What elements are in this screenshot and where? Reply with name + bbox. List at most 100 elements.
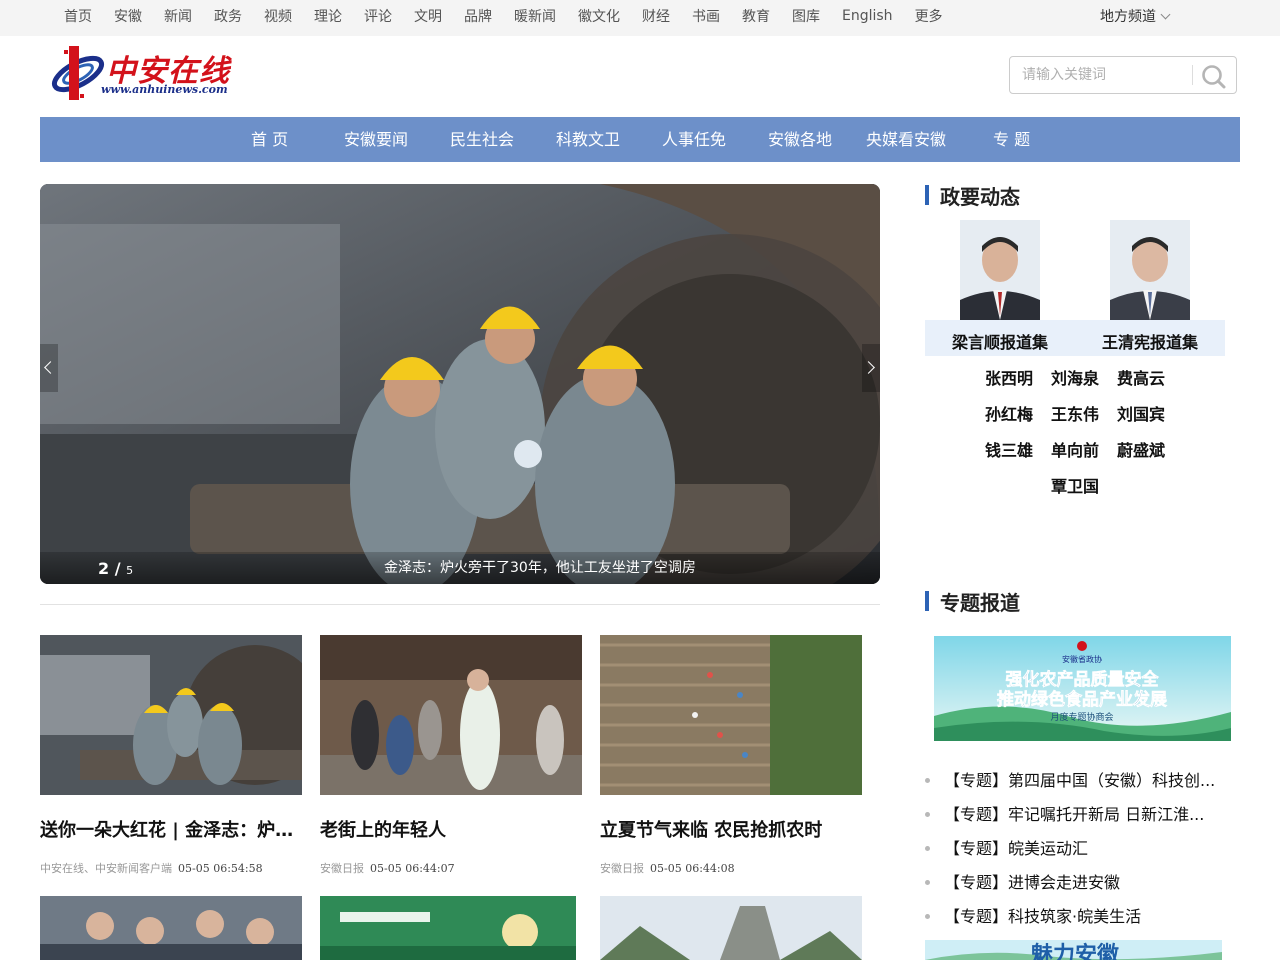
top-bar: 首页 安徽 新闻 政务 视频 理论 评论 文明 品牌 暖新闻 徽文化 财经 书画… [0,0,1280,36]
search-divider [1192,65,1193,85]
banner-org-text: 安徽省政协 [1062,654,1102,664]
heading-accent-bar [925,185,929,205]
section-title: 政要动态 [940,184,1020,209]
special-item-text: 【专题】皖美运动汇 [944,839,1089,858]
carousel-caption[interactable]: 金泽志：炉火旁干了30年，他让工友坐进了空调房 [384,557,696,577]
search-icon[interactable] [1200,63,1228,89]
news-card-image[interactable] [320,896,576,960]
special-banner-2[interactable]: 魅力安徽 [925,940,1222,960]
section-title: 专题报道 [940,590,1020,615]
carousel-counter: 2 / 5 [98,559,134,578]
special-list-item[interactable]: 【专题】科技筑家·皖美生活 [925,903,1141,927]
special-item-text: 【专题】牢记嘱托开新局 日新江淮... [944,805,1205,824]
local-channel-label: 地方频道 [1100,9,1156,25]
news-card-meta: 安徽日报 05-05 06:44:08 [600,860,735,876]
main-nav: 首 页 安徽要闻 民生社会 科教文卫 人事任免 安徽各地 央媒看安徽 专 题 [40,117,1240,162]
carousel-current: 2 [98,559,110,578]
news-card-title[interactable]: 老街上的年轻人 [320,816,576,842]
top-nav-item[interactable]: 新闻 [164,6,192,26]
official-link[interactable]: 刘国宾 [1117,401,1165,425]
top-nav: 首页 安徽 新闻 政务 视频 理论 评论 文明 品牌 暖新闻 徽文化 财经 书画… [64,0,965,32]
official-link[interactable]: 刘海泉 [1051,365,1099,389]
main-nav-item[interactable]: 专 题 [993,117,1030,162]
leader-photo[interactable] [960,220,1040,320]
news-card-image[interactable] [320,635,582,795]
search-input[interactable] [1022,65,1182,85]
search-box [1009,56,1237,94]
banner-line-2: 推动绿色食品产业发展 [997,689,1167,710]
special-item-text: 【专题】第四届中国（安徽）科技创... [944,771,1216,790]
banner-line-1: 强化农产品质量安全 [1006,669,1160,690]
chevron-down-icon [1160,9,1171,19]
banner2-text: 魅力安徽 [1031,942,1120,960]
main-nav-item[interactable]: 安徽要闻 [344,117,408,162]
top-nav-item[interactable]: 品牌 [464,6,492,26]
top-nav-item[interactable]: 徽文化 [578,6,620,26]
top-nav-item[interactable]: 首页 [64,6,92,26]
news-card-time: 05-05 06:44:08 [650,862,735,875]
bullet-icon [925,913,930,919]
carousel-photo[interactable] [40,184,880,584]
top-nav-item[interactable]: 暖新闻 [514,6,556,26]
main-nav-item[interactable]: 安徽各地 [768,117,832,162]
carousel-prev-button[interactable] [40,344,58,392]
divider [40,604,880,605]
top-nav-item[interactable]: 文明 [414,6,442,26]
carousel-next-button[interactable] [862,344,880,392]
news-card-meta: 安徽日报 05-05 06:44:07 [320,860,455,876]
leader-link[interactable]: 梁言顺报道集 [952,329,1048,353]
news-card-source: 安徽日报 [600,862,644,875]
local-channel-dropdown[interactable]: 地方频道 [1100,0,1171,32]
news-card-time: 05-05 06:44:07 [370,862,455,875]
main-nav-item[interactable]: 民生社会 [450,117,514,162]
official-link[interactable]: 单向前 [1051,437,1099,461]
special-item-text: 【专题】科技筑家·皖美生活 [944,907,1142,926]
carousel-total: 5 [126,564,134,577]
main-nav-item[interactable]: 科教文卫 [556,117,620,162]
news-card-time: 05-05 06:54:58 [178,862,263,875]
official-link[interactable]: 覃卫国 [1051,473,1099,497]
headline-carousel[interactable]: 2 / 5 金泽志：炉火旁干了30年，他让工友坐进了空调房 [40,184,880,584]
official-link[interactable]: 钱三雄 [985,437,1033,461]
special-list-item[interactable]: 【专题】进博会走进安徽 [925,869,1120,893]
special-banner[interactable]: 安徽省政协 强化农产品质量安全 推动绿色食品产业发展 月度专题协商会 [934,636,1231,741]
top-nav-item[interactable]: 政务 [214,6,242,26]
top-nav-item[interactable]: 财经 [642,6,670,26]
logo-url: www.anhuinews.com [101,83,228,96]
heading-accent-bar [925,591,929,611]
special-list-item[interactable]: 【专题】牢记嘱托开新局 日新江淮... [925,801,1204,825]
news-card-image[interactable] [600,635,862,795]
top-nav-item[interactable]: 教育 [742,6,770,26]
news-card-title[interactable]: 立夏节气来临 农民抢抓农时 [600,816,856,842]
main-nav-item[interactable]: 人事任免 [662,117,726,162]
news-card-image[interactable] [600,896,862,960]
leader-photo[interactable] [1110,220,1190,320]
bullet-icon [925,777,930,783]
top-nav-item[interactable]: 安徽 [114,6,142,26]
leader-link[interactable]: 王清宪报道集 [1102,329,1198,353]
official-link[interactable]: 费高云 [1117,365,1165,389]
official-link[interactable]: 王东伟 [1051,401,1099,425]
main-nav-item[interactable]: 首 页 [251,117,288,162]
top-nav-item[interactable]: 图库 [792,6,820,26]
main-nav-item[interactable]: 央媒看安徽 [866,117,946,162]
special-list-item[interactable]: 【专题】第四届中国（安徽）科技创... [925,767,1215,791]
top-nav-item[interactable]: English [842,8,893,24]
section-heading-special: 专题报道 [925,590,1020,615]
news-card-meta: 中安在线、中安新闻客户端 05-05 06:54:58 [40,860,263,876]
official-link[interactable]: 蔚盛斌 [1117,437,1165,461]
bullet-icon [925,811,930,817]
top-nav-item[interactable]: 书画 [692,6,720,26]
news-card-title[interactable]: 送你一朵大红花 | 金泽志：炉火旁干了30年，他让工友坐进了空调房 [40,816,296,842]
special-list-item[interactable]: 【专题】皖美运动汇 [925,835,1088,859]
official-link[interactable]: 张西明 [985,365,1033,389]
official-link[interactable]: 孙红梅 [985,401,1033,425]
news-card-source: 中安在线、中安新闻客户端 [40,862,172,875]
special-item-text: 【专题】进博会走进安徽 [944,873,1121,892]
top-nav-item[interactable]: 评论 [364,6,392,26]
news-card-image[interactable] [40,635,302,795]
top-nav-item[interactable]: 更多 [915,6,943,26]
news-card-image[interactable] [40,896,302,960]
top-nav-item[interactable]: 理论 [314,6,342,26]
top-nav-item[interactable]: 视频 [264,6,292,26]
